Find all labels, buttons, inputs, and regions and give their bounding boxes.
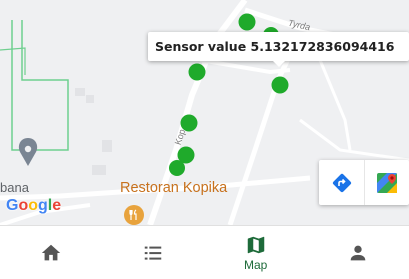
sensor-tooltip-text: Sensor value 5.132172836094416 — [155, 39, 395, 54]
map-icon — [247, 236, 264, 253]
tooltip-pointer — [272, 60, 286, 67]
nav-item-home[interactable] — [0, 226, 102, 279]
sensor-marker — [238, 13, 256, 31]
sensor-tooltip[interactable]: Sensor value 5.132172836094416 — [148, 32, 409, 61]
nav-item-map[interactable]: Map — [205, 226, 307, 279]
sensor-marker — [169, 160, 185, 176]
bottom-navigation: Map — [0, 225, 409, 279]
google-logo: Google — [6, 197, 62, 214]
restaurant-icon[interactable] — [124, 205, 144, 225]
open-google-maps-button[interactable] — [364, 160, 409, 205]
home-icon — [41, 244, 61, 260]
poi-label[interactable]: Restoran Kopika — [120, 180, 227, 196]
person-icon — [350, 245, 366, 260]
sensor-marker — [271, 76, 289, 94]
nav-item-profile[interactable] — [307, 226, 409, 279]
list-icon — [145, 246, 162, 260]
directions-button[interactable] — [319, 160, 364, 205]
directions-icon — [332, 173, 351, 192]
sensor-marker — [188, 63, 206, 81]
nav-item-list[interactable] — [102, 226, 204, 279]
google-maps-icon — [377, 172, 397, 193]
map-toolbar — [319, 160, 409, 205]
map-view[interactable]: Tyrda Kop Sensor value 5.132172836094416… — [0, 0, 409, 225]
location-pin-icon — [18, 138, 38, 166]
place-label: bana — [0, 180, 29, 195]
nav-label-map: Map — [243, 257, 268, 272]
